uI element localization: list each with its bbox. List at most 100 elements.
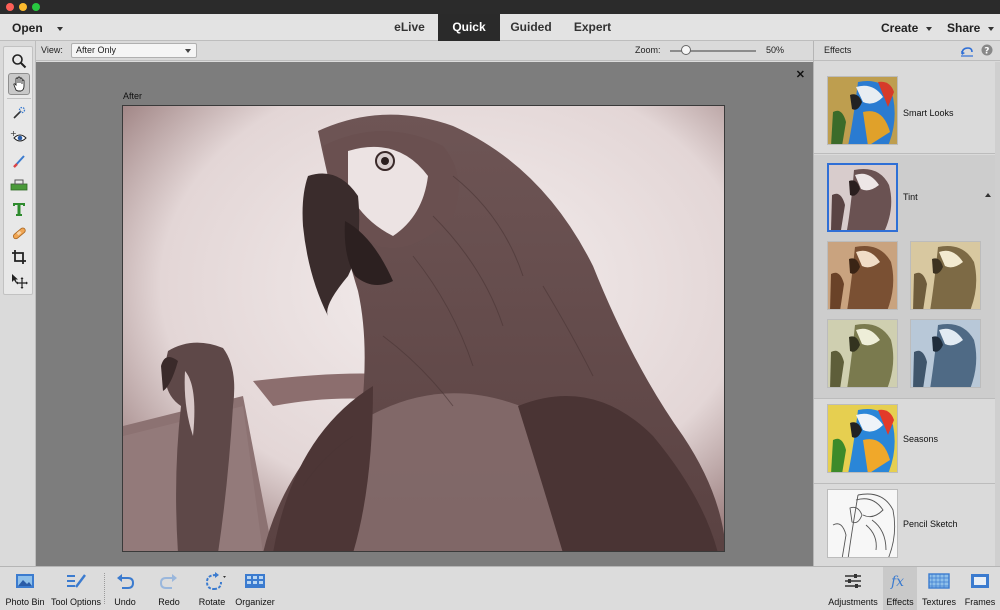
create-label: Create	[881, 21, 919, 35]
effect-name: Smart Looks	[903, 108, 954, 118]
tint-variant-thumbnail[interactable]	[910, 241, 981, 310]
seasons-thumbnail	[827, 404, 898, 473]
tint-variant-thumbnail[interactable]	[827, 319, 898, 388]
zoom-slider-handle[interactable]	[681, 45, 691, 55]
textures-icon	[928, 572, 950, 595]
redo-label: Redo	[158, 597, 180, 607]
image-canvas[interactable]: After ✕	[36, 62, 813, 566]
red-eye-tool[interactable]: +	[8, 126, 30, 148]
rotate-label: Rotate	[198, 597, 226, 607]
mode-menu-bar: Open eLive Quick Guided Expert Create Sh…	[0, 14, 1000, 41]
effect-seasons[interactable]: Seasons	[814, 400, 995, 484]
close-window-button[interactable]	[6, 3, 14, 11]
share-label: Share	[947, 21, 981, 35]
straighten-tool[interactable]	[8, 174, 30, 196]
effects-scrollbar[interactable]	[995, 62, 1000, 566]
photo-bin-button[interactable]: Photo Bin	[3, 567, 47, 610]
share-menu[interactable]: Share	[947, 21, 995, 35]
adjustments-icon	[843, 572, 863, 595]
after-label: After	[123, 91, 143, 101]
effect-tint[interactable]: Tint	[814, 155, 995, 399]
effects-panel-title: Effects	[824, 45, 852, 55]
tab-guided[interactable]: Guided	[500, 14, 562, 41]
open-menu[interactable]: Open	[12, 21, 63, 35]
svg-text:?: ?	[984, 47, 989, 57]
window-title-bar	[0, 0, 1000, 14]
organizer-button[interactable]: Organizer	[234, 567, 276, 610]
effect-smart-looks[interactable]: Smart Looks	[814, 62, 995, 154]
tab-elive[interactable]: eLive	[381, 14, 438, 41]
effect-pencil-sketch[interactable]: Pencil Sketch	[814, 485, 995, 566]
pencil-sketch-thumbnail	[827, 489, 898, 558]
textures-button[interactable]: Textures	[920, 567, 958, 610]
effects-panel: Effects ? Smart Looks Tint Seasons Penci…	[813, 41, 1000, 566]
undo-icon	[115, 572, 135, 595]
effects-list: Smart Looks Tint Seasons Pencil Sketch	[814, 62, 995, 566]
photo-preview[interactable]	[122, 105, 725, 552]
help-icon[interactable]: ?	[981, 43, 993, 61]
hand-tool[interactable]	[8, 73, 30, 95]
organizer-icon	[244, 572, 266, 595]
create-menu[interactable]: Create	[881, 21, 933, 35]
bottom-taskbar: Photo Bin Tool Options Undo Redo Rotate …	[0, 566, 1000, 610]
rotate-icon	[201, 572, 227, 597]
whiten-teeth-tool[interactable]	[8, 150, 30, 172]
type-tool[interactable]	[8, 198, 30, 220]
undo-button[interactable]: Undo	[107, 567, 143, 610]
textures-label: Textures	[921, 597, 956, 607]
effect-name: Pencil Sketch	[903, 519, 958, 529]
redo-icon	[159, 572, 179, 595]
frames-label: Frames	[964, 597, 996, 607]
parrot-photo-image	[123, 106, 724, 551]
reset-panel-icon[interactable]	[960, 44, 974, 62]
eye-icon: +	[10, 129, 27, 142]
straighten-icon	[10, 179, 28, 191]
view-select-value: After Only	[76, 45, 117, 55]
zoom-tool[interactable]	[8, 50, 30, 72]
chevron-down-icon	[185, 49, 191, 53]
redo-button[interactable]: Redo	[151, 567, 187, 610]
toolbox: +	[0, 41, 36, 566]
close-icon[interactable]: ✕	[796, 68, 805, 81]
fx-icon: fx	[890, 572, 910, 595]
minimize-window-button[interactable]	[19, 3, 27, 11]
quick-selection-tool[interactable]	[8, 102, 30, 124]
tool-options-button[interactable]: Tool Options	[49, 567, 103, 610]
brush-icon	[13, 155, 25, 168]
chevron-down-icon	[988, 26, 995, 31]
photo-bin-label: Photo Bin	[5, 597, 45, 607]
tint-variant-thumbnail[interactable]	[910, 319, 981, 388]
hand-icon	[13, 76, 25, 92]
smart-looks-thumbnail	[827, 76, 898, 145]
view-label: View:	[41, 45, 63, 55]
chevron-down-icon	[56, 26, 63, 31]
effects-button[interactable]: fx Effects	[883, 567, 917, 610]
zoom-window-button[interactable]	[32, 3, 40, 11]
tint-variant-thumbnail[interactable]	[827, 241, 898, 310]
svg-text:fx: fx	[890, 574, 904, 590]
frames-button[interactable]: Frames	[962, 567, 998, 610]
effect-name: Tint	[903, 192, 918, 202]
tab-expert[interactable]: Expert	[562, 14, 623, 41]
tab-quick[interactable]: Quick	[438, 14, 500, 41]
rotate-button[interactable]: Rotate	[193, 567, 231, 610]
adjustments-button[interactable]: Adjustments	[826, 567, 880, 610]
tool-divider	[7, 98, 31, 99]
chevron-down-icon	[926, 26, 933, 31]
zoom-value: 50%	[766, 45, 785, 55]
collapse-caret-icon[interactable]	[985, 193, 991, 197]
move-tool[interactable]	[8, 270, 30, 292]
mode-tabs: eLive Quick Guided Expert	[381, 14, 623, 41]
open-label: Open	[12, 21, 43, 35]
crop-icon	[12, 250, 26, 264]
tint-thumbnail[interactable]	[827, 163, 898, 232]
effects-panel-header: Effects ?	[814, 41, 1000, 61]
magnifier-icon	[12, 54, 27, 69]
view-select[interactable]: After Only	[71, 43, 197, 58]
effects-label: Effects	[886, 597, 914, 607]
spot-healing-tool[interactable]	[8, 222, 30, 244]
view-options-bar: View: After Only Zoom: 50%	[36, 41, 813, 61]
adjustments-label: Adjustments	[828, 597, 878, 607]
tool-panel: +	[3, 46, 33, 295]
crop-tool[interactable]	[8, 246, 30, 268]
